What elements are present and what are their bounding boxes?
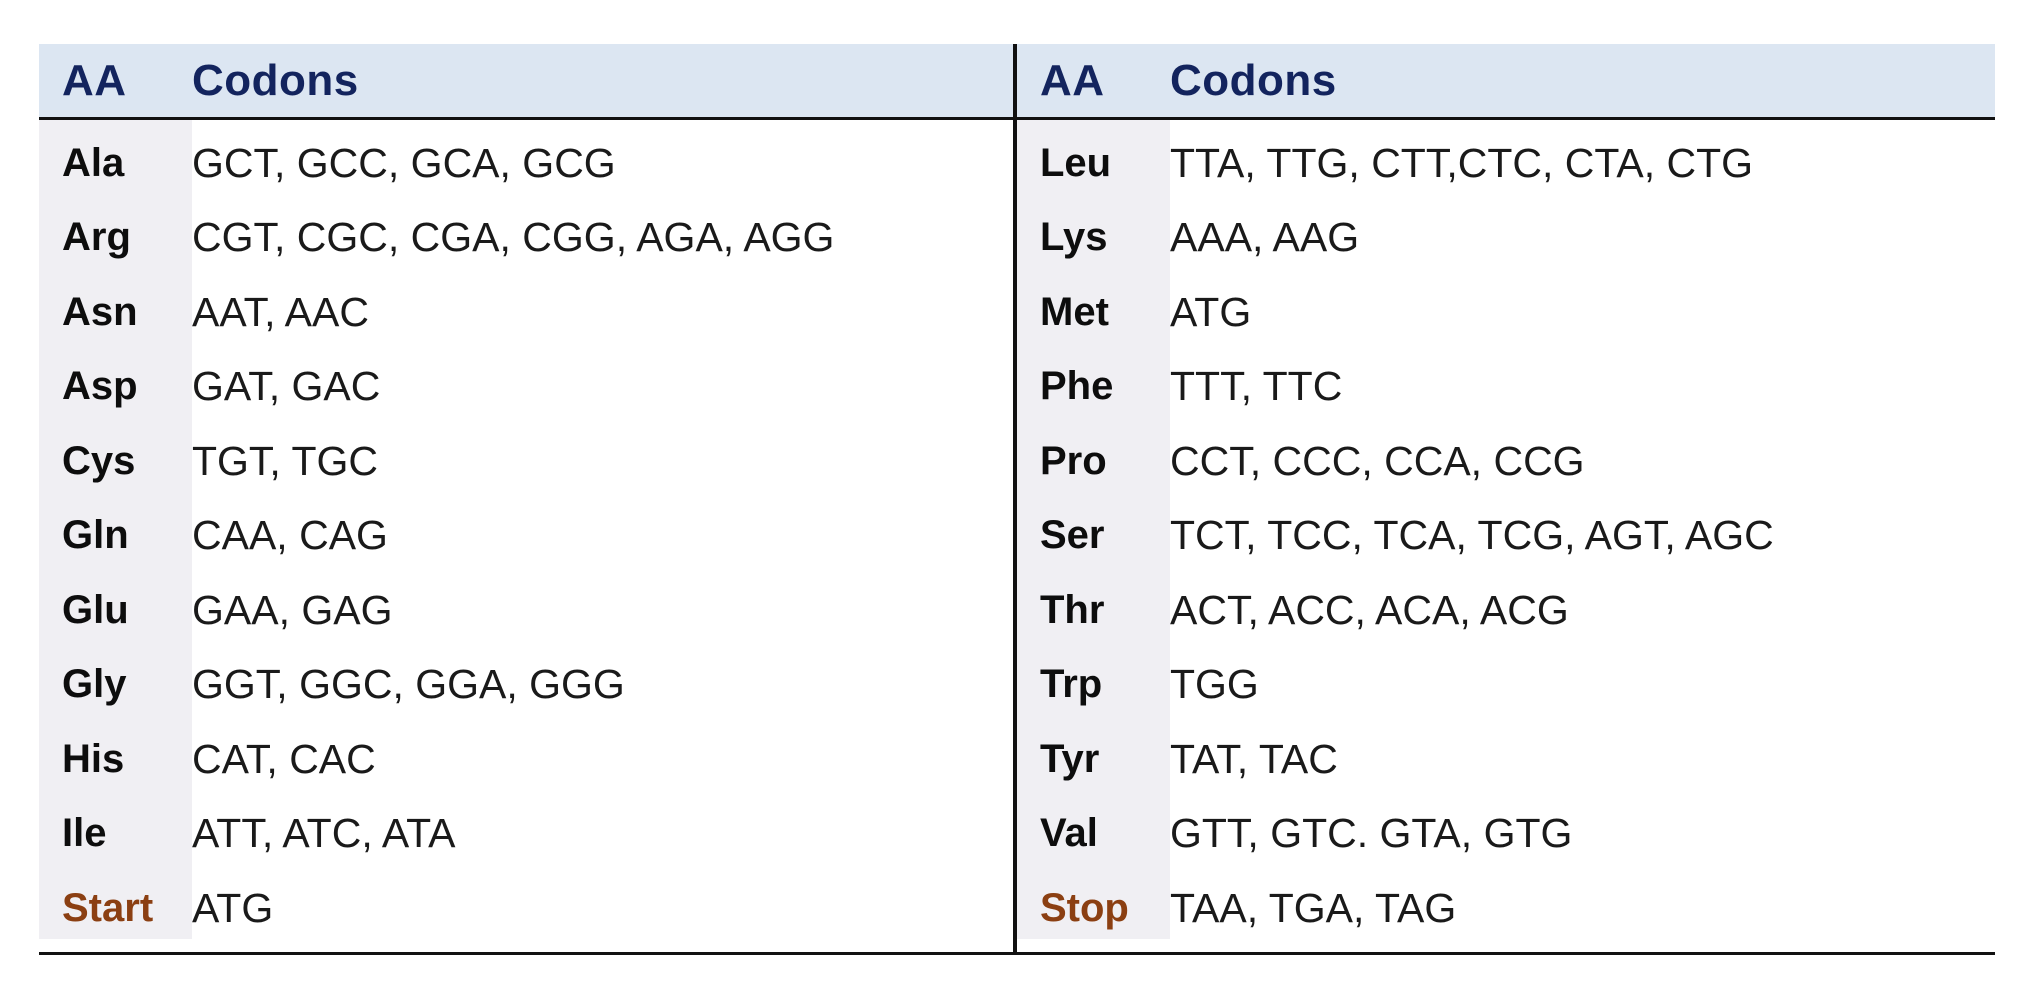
- amino-acid-label: Thr: [1040, 587, 1105, 632]
- codon-list: GGT, GGC, GGA, GGG: [192, 661, 625, 708]
- table-row: Gln CAA, CAG: [39, 499, 1013, 574]
- codon-list: GAT, GAC: [192, 363, 381, 410]
- amino-acid-label: Pro: [1040, 438, 1107, 483]
- amino-acid-label: Gln: [62, 513, 129, 558]
- codon-list: TAT, TAC: [1170, 735, 1338, 782]
- table-row: Ile ATT, ATC, ATA: [39, 797, 1013, 872]
- amino-acid-label: Tyr: [1040, 736, 1100, 781]
- codon-list: TGG: [1170, 661, 1259, 708]
- body-rows-left: Ala GCT, GCC, GCA, GCG Arg CGT, CGC, CGA, C…: [39, 120, 1013, 952]
- codon-list: TCT, TCC, TCA, TCG, AGT, AGC: [1170, 512, 1774, 559]
- table-row: Phe TTT, TTC: [1017, 350, 1995, 425]
- amino-acid-label: Ile: [62, 811, 107, 856]
- amino-acid-label: Lys: [1040, 215, 1108, 260]
- codon-list: AAA, AAG: [1170, 214, 1360, 261]
- table-row: Gly GGT, GGC, GGA, GGG: [39, 648, 1013, 723]
- page: AA Codons Ala GCT, GCC, GCA, GCG Arg CGT, C…: [0, 0, 2024, 984]
- table-row: Thr ACT, ACC, ACA, ACG: [1017, 573, 1995, 648]
- table-row: His CAT, CAC: [39, 722, 1013, 797]
- codon-list: CGT, CGC, CGA, CGG, AGA, AGG: [192, 214, 835, 261]
- codon-list: GCT, GCC, GCA, GCG: [192, 139, 616, 186]
- codon-table-right-half: AA Codons Leu TTA, TTG, CTT,CTC, CTA, CTG…: [1017, 44, 1995, 952]
- amino-acid-label: His: [62, 736, 125, 781]
- codon-table-left-half: AA Codons Ala GCT, GCC, GCA, GCG Arg CGT, C…: [39, 44, 1017, 952]
- amino-acid-label: Asn: [62, 289, 138, 334]
- codon-list: AAT, AAC: [192, 288, 369, 335]
- table-row: Asp GAT, GAC: [39, 350, 1013, 425]
- table-row: Leu TTA, TTG, CTT,CTC, CTA, CTG: [1017, 126, 1995, 201]
- amino-acid-label: Cys: [62, 438, 136, 483]
- amino-acid-label: Trp: [1040, 662, 1103, 707]
- codon-list: ATT, ATC, ATA: [192, 810, 456, 857]
- table-row: Trp TGG: [1017, 648, 1995, 723]
- table-row: Pro CCT, CCC, CCA, CCG: [1017, 424, 1995, 499]
- codon-list: ACT, ACC, ACA, ACG: [1170, 586, 1569, 633]
- header-row-left: AA Codons: [39, 44, 1013, 120]
- codon-table: AA Codons Ala GCT, GCC, GCA, GCG Arg CGT, C…: [39, 44, 1995, 955]
- header-row-right: AA Codons: [1017, 44, 1995, 120]
- codons-column-header: Codons: [1170, 55, 1337, 105]
- table-row: Cys TGT, TGC: [39, 424, 1013, 499]
- table-row: Ser TCT, TCC, TCA, TCG, AGT, AGC: [1017, 499, 1995, 574]
- codon-list: ATG: [1170, 288, 1252, 335]
- aa-column-header: AA: [1040, 55, 1105, 105]
- codon-list: TTT, TTC: [1170, 363, 1343, 410]
- amino-acid-label: Ser: [1040, 513, 1105, 558]
- table-row: Met ATG: [1017, 275, 1995, 350]
- table-row: Lys AAA, AAG: [1017, 201, 1995, 276]
- table-row: Tyr TAT, TAC: [1017, 722, 1995, 797]
- aa-column-header: AA: [62, 55, 127, 105]
- codon-list: TGT, TGC: [192, 437, 379, 484]
- codon-list: CCT, CCC, CCA, CCG: [1170, 437, 1585, 484]
- codon-list: TTA, TTG, CTT,CTC, CTA, CTG: [1170, 139, 1754, 186]
- table-row: Asn AAT, AAC: [39, 275, 1013, 350]
- codon-list: ATG: [192, 884, 274, 931]
- codon-list: CAT, CAC: [192, 735, 376, 782]
- codon-list: GTT, GTC. GTA, GTG: [1170, 810, 1573, 857]
- amino-acid-label: Arg: [62, 215, 131, 260]
- body-rows-right: Leu TTA, TTG, CTT,CTC, CTA, CTG Lys AAA, AA…: [1017, 120, 1995, 952]
- table-row: Start ATG: [39, 871, 1013, 946]
- amino-acid-label: Phe: [1040, 364, 1114, 409]
- codons-column-header: Codons: [192, 55, 359, 105]
- signal-label: Start: [62, 885, 154, 930]
- amino-acid-label: Leu: [1040, 140, 1112, 185]
- amino-acid-label: Asp: [62, 364, 138, 409]
- amino-acid-label: Met: [1040, 289, 1109, 334]
- amino-acid-label: Gly: [62, 662, 127, 707]
- table-row: Glu GAA, GAG: [39, 573, 1013, 648]
- codon-list: CAA, CAG: [192, 512, 388, 559]
- signal-label: Stop: [1040, 885, 1129, 930]
- table-row: Val GTT, GTC. GTA, GTG: [1017, 797, 1995, 872]
- table-row: Ala GCT, GCC, GCA, GCG: [39, 126, 1013, 201]
- amino-acid-label: Ala: [62, 140, 125, 185]
- table-row: Arg CGT, CGC, CGA, CGG, AGA, AGG: [39, 201, 1013, 276]
- codon-list: TAA, TGA, TAG: [1170, 884, 1457, 931]
- codon-list: GAA, GAG: [192, 586, 393, 633]
- amino-acid-label: Glu: [62, 587, 129, 632]
- table-row: Stop TAA, TGA, TAG: [1017, 871, 1995, 946]
- amino-acid-label: Val: [1040, 811, 1098, 856]
